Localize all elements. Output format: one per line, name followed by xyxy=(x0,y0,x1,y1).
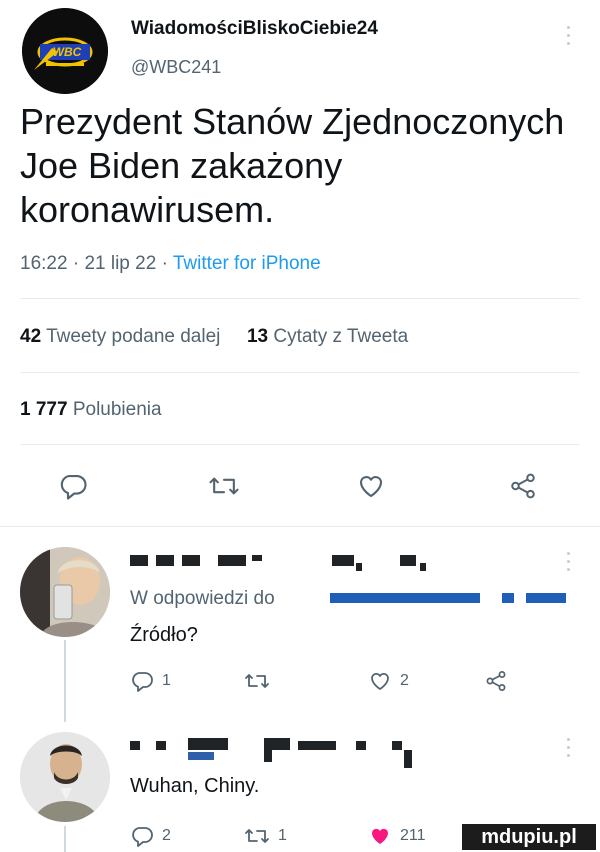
tweet-source[interactable]: Twitter for iPhone xyxy=(173,253,321,274)
retweet-count: 1 xyxy=(278,827,287,844)
likes-count: 1 777 xyxy=(20,399,68,420)
reply-avatar[interactable] xyxy=(20,547,110,637)
divider xyxy=(20,372,580,373)
tweet-text: Prezydent Stanów Zjednoczonych Joe Biden… xyxy=(20,100,590,232)
reply-retweet-button[interactable]: 1 xyxy=(244,824,287,848)
reply-button[interactable] xyxy=(58,471,88,501)
reply-retweet-button[interactable] xyxy=(244,669,270,693)
share-button[interactable] xyxy=(508,471,538,501)
watermark: mdupiu.pl xyxy=(462,824,596,850)
reply-share-button[interactable] xyxy=(484,669,508,693)
divider xyxy=(0,526,600,527)
tweet-timestamp: 16:22 · 21 lip 22 · Twitter for iPhone xyxy=(20,253,321,275)
retweets-stat[interactable]: 42 Tweety podane dalej xyxy=(20,326,226,347)
dot-separator: · xyxy=(72,253,85,274)
retweet-icon xyxy=(209,477,239,495)
retweet-icon xyxy=(245,674,269,688)
share-icon xyxy=(511,473,535,499)
reply-to-handle-redacted[interactable] xyxy=(322,590,572,606)
reply-icon xyxy=(132,827,153,847)
reply-author-redacted xyxy=(130,738,570,772)
reply-text: Źródło? xyxy=(130,624,198,646)
author-name[interactable]: WiadomościBliskoCiebie24 xyxy=(131,18,378,40)
tweet-text-line: Prezydent Stanów Zjednoczonych xyxy=(20,101,565,142)
quotes-count: 13 xyxy=(246,326,269,347)
author-handle[interactable]: @WBC241 xyxy=(131,57,221,78)
more-options-icon[interactable] xyxy=(567,552,571,571)
reply-like-button[interactable]: 211 xyxy=(368,824,426,848)
tweet-date[interactable]: 21 lip 22 xyxy=(84,253,156,274)
reply-text: Wuhan, Chiny. xyxy=(130,775,260,797)
reply-to-line: W odpowiedzi do xyxy=(130,588,275,610)
heart-filled-icon xyxy=(372,828,388,844)
user-photo-icon xyxy=(20,732,110,822)
retweets-label: Tweety podane dalej xyxy=(46,326,221,347)
reply-author-redacted xyxy=(130,553,570,575)
reply-count: 2 xyxy=(162,827,171,844)
avatar-logo-text: WBC xyxy=(52,45,82,59)
like-count: 2 xyxy=(400,672,409,689)
reply-like-button[interactable]: 2 xyxy=(368,669,409,693)
retweet-button[interactable] xyxy=(208,471,240,501)
like-button[interactable] xyxy=(356,471,386,501)
reply-reply-button[interactable]: 1 xyxy=(130,669,171,693)
retweet-icon xyxy=(245,829,269,843)
reply-icon xyxy=(60,474,87,500)
thread-line xyxy=(64,640,66,722)
tweet-text-line: Joe Biden zakażony xyxy=(20,145,343,186)
likes-label: Polubienia xyxy=(72,399,162,420)
reply-icon xyxy=(132,672,153,692)
divider xyxy=(20,298,580,299)
dot-separator: · xyxy=(161,253,173,274)
divider xyxy=(20,444,580,445)
quotes-label: Cytaty z Tweeta xyxy=(273,326,409,347)
reply-count: 1 xyxy=(162,672,171,689)
user-photo-icon xyxy=(20,547,110,637)
thread-line xyxy=(64,826,66,852)
retweets-count: 42 xyxy=(20,326,42,347)
heart-icon xyxy=(359,476,383,498)
reply-avatar[interactable] xyxy=(20,732,110,822)
more-options-icon[interactable] xyxy=(567,738,571,757)
more-options-icon[interactable] xyxy=(567,26,571,45)
like-count: 211 xyxy=(400,827,426,844)
heart-icon xyxy=(371,672,389,690)
reply-reply-button[interactable]: 2 xyxy=(130,824,171,848)
stats-row: 42 Tweety podane dalej 13 Cytaty z Tweet… xyxy=(20,326,408,348)
author-avatar[interactable]: WBC xyxy=(22,8,108,94)
tweet-time[interactable]: 16:22 xyxy=(20,253,68,274)
likes-stat[interactable]: 1 777 Polubienia xyxy=(20,399,162,421)
quotes-stat[interactable]: 13 Cytaty z Tweeta xyxy=(247,326,408,347)
tweet-text-line: koronawirusem. xyxy=(20,189,275,230)
reply-to-label: W odpowiedzi do xyxy=(130,588,275,609)
share-icon xyxy=(486,671,506,691)
